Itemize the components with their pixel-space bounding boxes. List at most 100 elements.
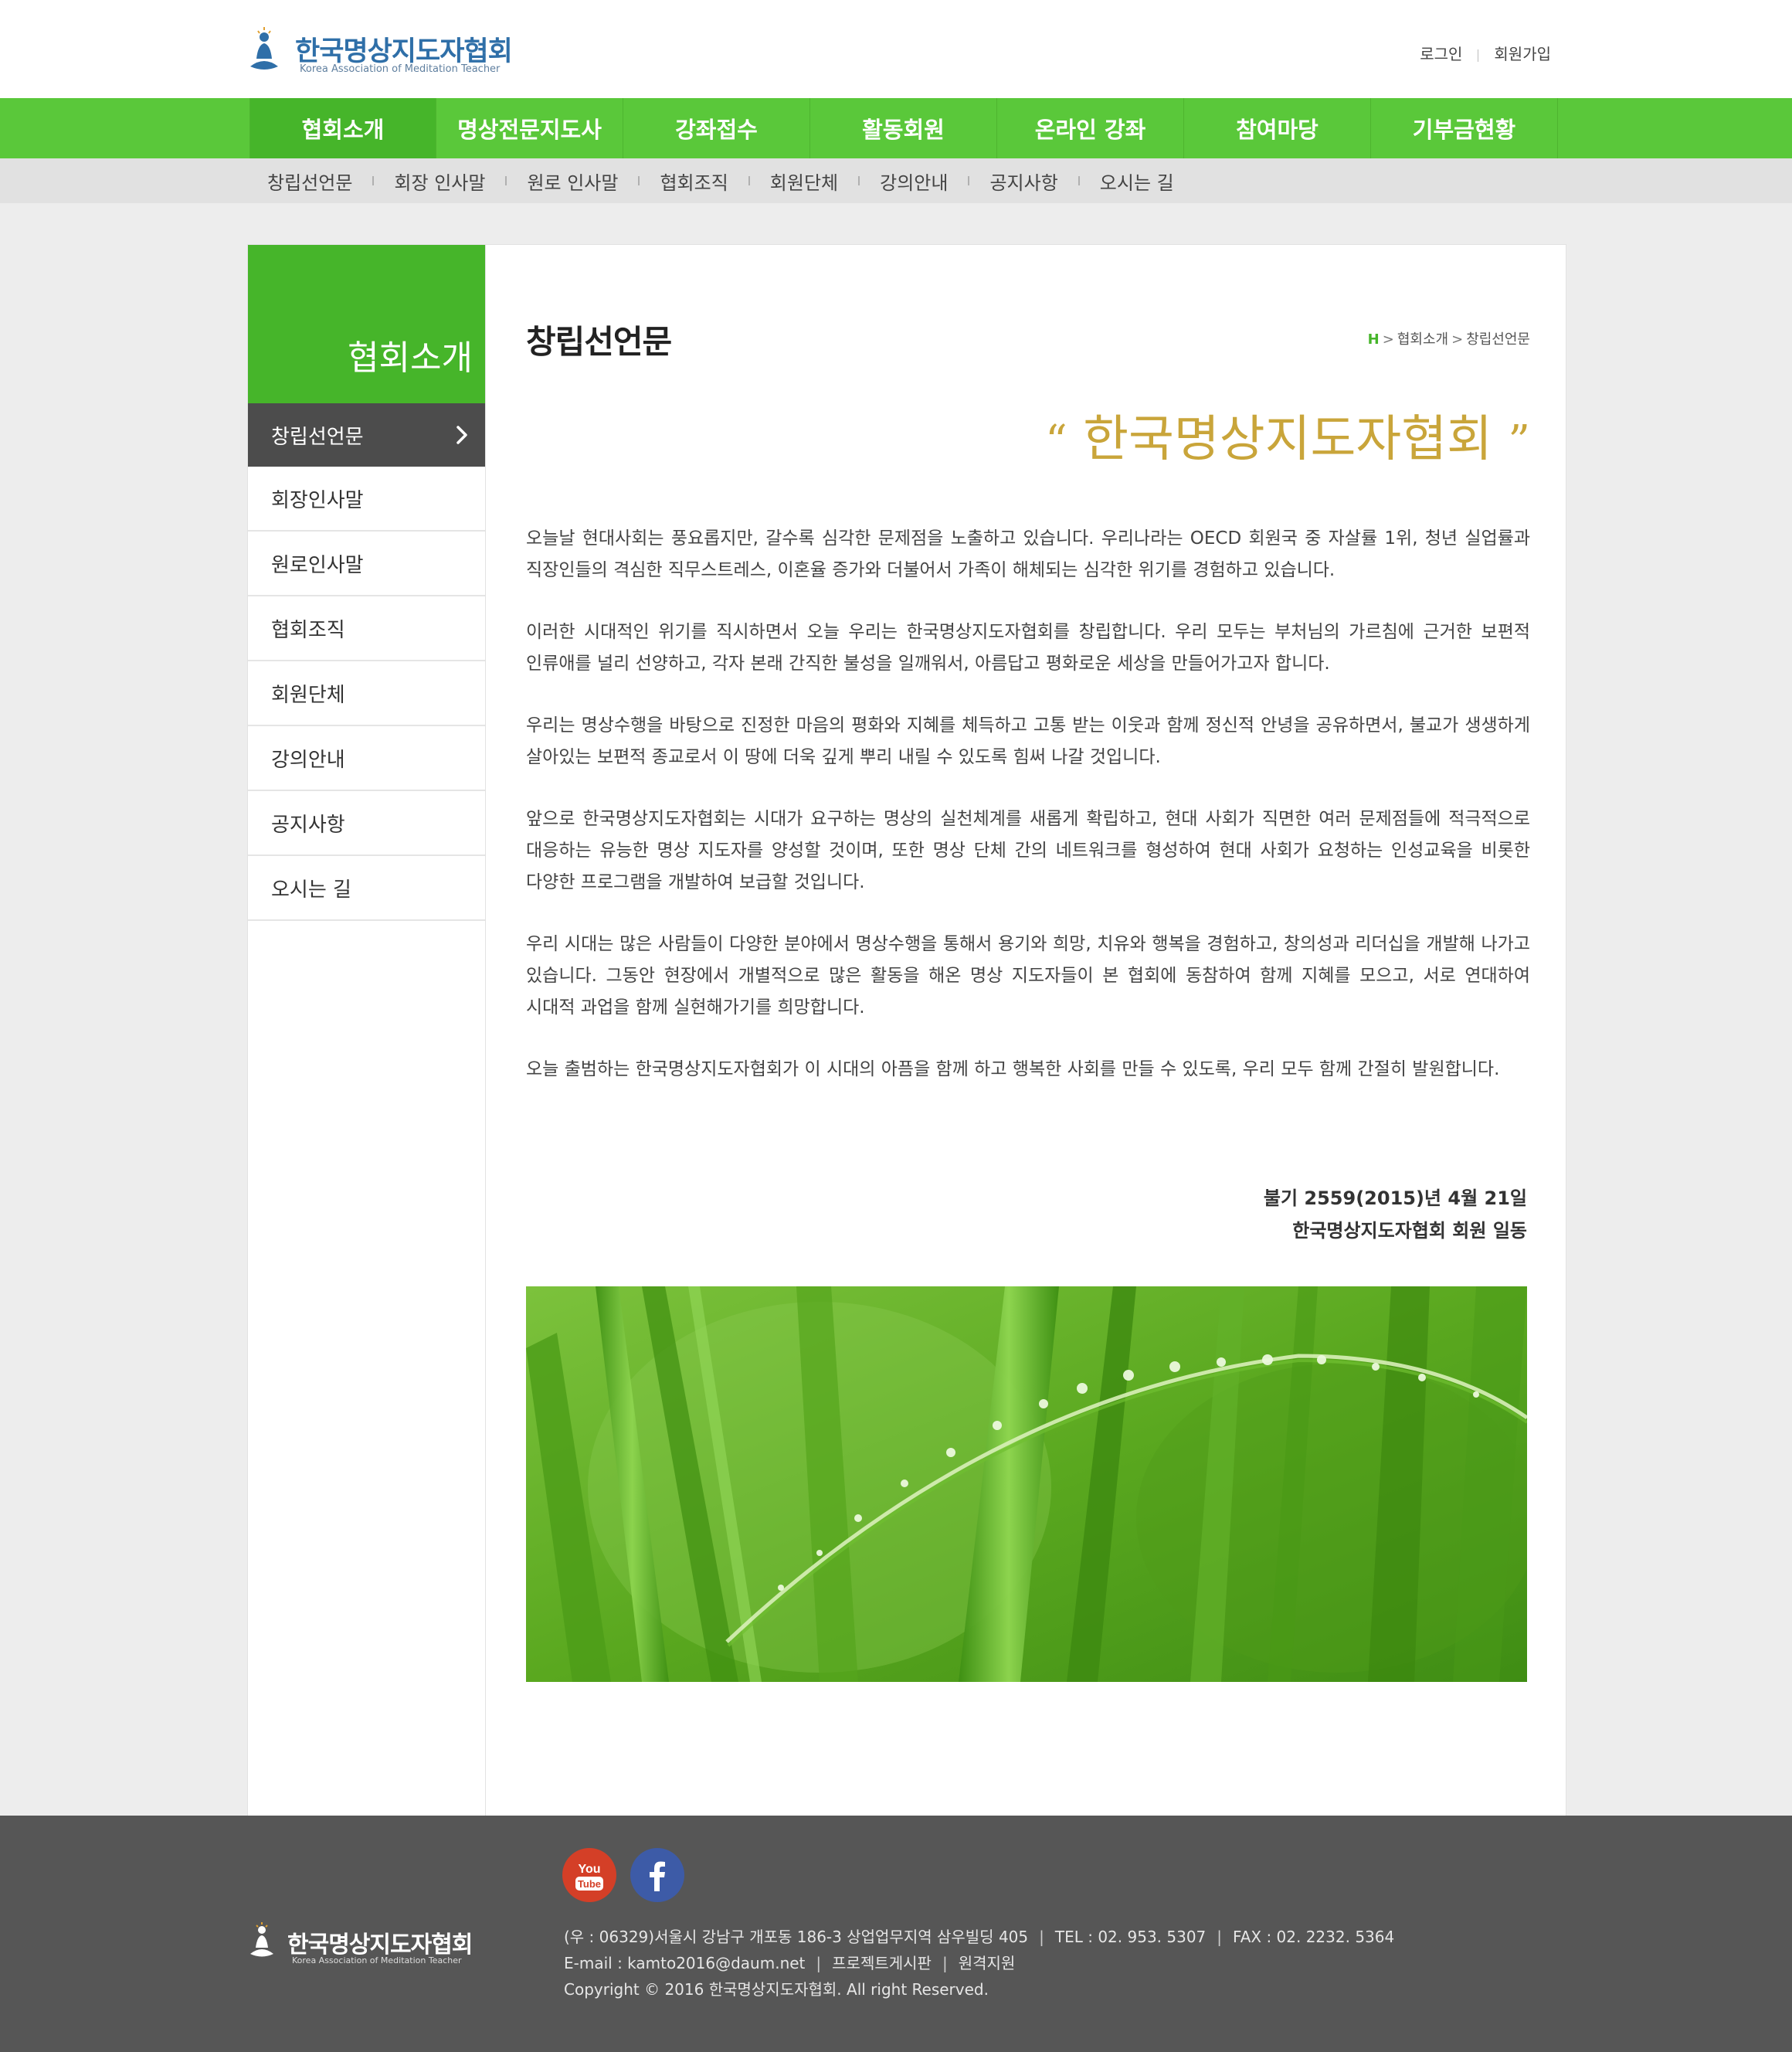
footer-logo-english-text: Korea Association of Meditation Teacher xyxy=(292,1955,462,1965)
sidebar-item-declaration[interactable]: 창립선언문 xyxy=(248,403,485,467)
gnb-item-course-registration[interactable]: 강좌접수 xyxy=(623,98,810,158)
footer-logo: 한국명상지도자협회 Korea Association of Meditatio… xyxy=(249,1921,480,1967)
page-title: 창립선언문 xyxy=(526,323,672,361)
grass-dew-image xyxy=(526,1286,1527,1682)
sub-nav-list: 창립선언문 회장 인사말 원로 인사말 협회조직 회원단체 강의안내 공지사항 … xyxy=(267,158,1174,203)
gnb-item-donations[interactable]: 기부금현황 xyxy=(1371,98,1558,158)
facebook-icon xyxy=(650,1861,665,1891)
footer-contact-line: E-mail : kamto2016@daum.net | 프로젝트게시판 | 원격지원 xyxy=(564,1950,1394,1976)
main-content: 창립선언문 H > 협회소개 > 창립선언문 “ 한국명상지도자협회 ” 오늘날 현대사… xyxy=(526,245,1530,1816)
global-nav: 협회소개 명상전문지도사 강좌접수 활동회원 온라인 강좌 참여마당 기부금현황 xyxy=(0,98,1792,158)
signup-link[interactable]: 회원가입 xyxy=(1494,42,1551,64)
footer-logo-korean-text: 한국명상지도자협회 xyxy=(287,1931,473,1959)
sidebar-item-label: 회원단체 xyxy=(271,683,345,707)
left-sidebar: 협회소개 창립선언문 회장인사말 원로인사말 협회조직 회원단체 강의안내 공지… xyxy=(248,245,486,1816)
site-header: 한국명상지도자협회 Korea Association of Meditatio… xyxy=(0,0,1792,98)
declaration-paragraph: 오늘 출범하는 한국명상지도자협회가 이 시대의 아픔을 함께 하고 행복한 사… xyxy=(526,1059,1500,1079)
subnav-divider xyxy=(968,176,970,185)
project-board-link[interactable]: 프로젝트게시판 xyxy=(832,1954,932,1972)
subnav-divider xyxy=(638,176,640,185)
subnav-divider xyxy=(372,176,375,185)
open-quote-mark: “ xyxy=(1045,416,1067,467)
subnav-item-lectures[interactable]: 강의안내 xyxy=(880,168,948,195)
subnav-item-organization[interactable]: 협회조직 xyxy=(660,168,728,195)
sidebar-item-label: 강의안내 xyxy=(271,748,345,772)
meditation-logo-icon xyxy=(250,1922,273,1957)
sidebar-item-label: 공지사항 xyxy=(271,813,345,837)
footer-divider: | xyxy=(816,1954,822,1972)
gnb-item-community[interactable]: 참여마당 xyxy=(1184,98,1371,158)
meditation-logo-icon xyxy=(250,27,278,70)
sns-links: You Tube xyxy=(562,1848,698,1902)
declaration-signature: 불기 2559(2015)년 4월 21일 한국명상지도자협회 회원 일동 xyxy=(1264,1182,1527,1247)
footer-divider: | xyxy=(1217,1928,1223,1946)
footer-info: (우 : 06329)서울시 강남구 개포동 186-3 상업업무지역 삼우빌딩… xyxy=(564,1924,1394,2003)
sidebar-item-label: 창립선언문 xyxy=(271,425,364,449)
sidebar-item-label: 원로인사말 xyxy=(271,553,364,577)
close-quote-mark: ” xyxy=(1508,416,1530,467)
gnb-item-active-members[interactable]: 활동회원 xyxy=(810,98,997,158)
youtube-icon: You Tube xyxy=(575,1863,603,1891)
signature-name: 한국명상지도자협회 회원 일동 xyxy=(1292,1220,1527,1242)
logo-english-text: Korea Association of Meditation Teacher xyxy=(300,63,501,75)
subnav-divider xyxy=(858,176,860,185)
footer-tel: TEL : 02. 953. 5307 xyxy=(1054,1928,1207,1946)
chevron-right-icon xyxy=(456,426,467,444)
breadcrumb-home-link[interactable]: H xyxy=(1368,331,1380,348)
gnb-item-online-course[interactable]: 온라인 강좌 xyxy=(997,98,1184,158)
sidebar-title: 협회소개 xyxy=(248,245,485,403)
declaration-paragraph: 우리는 명상수행을 바탕으로 진정한 마음의 평화와 지혜를 체득하고 고통 받… xyxy=(526,715,1530,767)
site-logo[interactable]: 한국명상지도자협회 Korea Association of Meditatio… xyxy=(247,25,525,79)
gnb-item-about[interactable]: 협회소개 xyxy=(249,98,436,158)
footer-divider: | xyxy=(942,1954,948,1972)
breadcrumb-level1[interactable]: 협회소개 xyxy=(1397,331,1448,348)
subnav-item-declaration[interactable]: 창립선언문 xyxy=(267,168,352,195)
sidebar-item-label: 협회조직 xyxy=(271,618,345,642)
association-quote: “ 한국명상지도자협회 ” xyxy=(1045,399,1530,471)
svg-text:Tube: Tube xyxy=(578,1878,601,1890)
util-links: 로그인 회원가입 xyxy=(1420,42,1551,64)
footer-copyright: Copyright © 2016 한국명상지도자협회. All right Re… xyxy=(564,1980,989,1999)
signature-date: 불기 2559(2015)년 4월 21일 xyxy=(1263,1187,1527,1209)
sidebar-item-notices[interactable]: 공지사항 xyxy=(248,791,485,856)
breadcrumb: H > 협회소개 > 창립선언문 xyxy=(1368,328,1530,348)
declaration-body: 오늘날 현대사회는 풍요롭지만, 갈수록 심각한 문제점을 노출하고 있습니다.… xyxy=(526,523,1530,1116)
svg-text:You: You xyxy=(578,1863,600,1876)
login-link[interactable]: 로그인 xyxy=(1420,42,1462,64)
declaration-paragraph: 오늘날 현대사회는 풍요롭지만, 갈수록 심각한 문제점을 노출하고 있습니다.… xyxy=(526,528,1530,580)
quote-text: 한국명상지도자협회 xyxy=(1083,411,1493,468)
footer-divider: | xyxy=(1039,1928,1044,1946)
gnb-item-meditation-instructor[interactable]: 명상전문지도사 xyxy=(436,98,623,158)
footer-address: (우 : 06329)서울시 강남구 개포동 186-3 상업업무지역 삼우빌딩… xyxy=(564,1928,1029,1946)
subnav-divider xyxy=(748,176,750,185)
sidebar-item-label: 오시는 길 xyxy=(271,878,351,902)
sidebar-item-president-greeting[interactable]: 회장인사말 xyxy=(248,467,485,532)
declaration-paragraph: 앞으로 한국명상지도자협회는 시대가 요구하는 명상의 실천체계를 새롭게 확립… xyxy=(526,809,1530,892)
subnav-item-president-greeting[interactable]: 회장 인사말 xyxy=(394,168,485,195)
sidebar-item-directions[interactable]: 오시는 길 xyxy=(248,856,485,921)
sidebar-item-lectures[interactable]: 강의안내 xyxy=(248,726,485,791)
sidebar-item-organization[interactable]: 협회조직 xyxy=(248,596,485,661)
facebook-button[interactable] xyxy=(630,1848,684,1902)
breadcrumb-separator-icon: > xyxy=(1382,331,1394,348)
subnav-item-member-groups[interactable]: 회원단체 xyxy=(770,168,838,195)
sub-nav: 창립선언문 회장 인사말 원로 인사말 협회조직 회원단체 강의안내 공지사항 … xyxy=(0,158,1792,203)
declaration-paragraph: 우리 시대는 많은 사람들이 다양한 분야에서 명상수행을 통해서 용기와 희망… xyxy=(526,934,1530,1018)
breadcrumb-separator-icon: > xyxy=(1451,331,1464,348)
remote-support-link[interactable]: 원격지원 xyxy=(959,1954,1016,1972)
youtube-button[interactable]: You Tube xyxy=(562,1848,616,1902)
subnav-item-elder-greeting[interactable]: 원로 인사말 xyxy=(527,168,618,195)
global-nav-list: 협회소개 명상전문지도사 강좌접수 활동회원 온라인 강좌 참여마당 기부금현황 xyxy=(249,98,1558,158)
sidebar-item-elder-greeting[interactable]: 원로인사말 xyxy=(248,532,485,596)
subnav-item-notices[interactable]: 공지사항 xyxy=(989,168,1057,195)
sidebar-item-label: 회장인사말 xyxy=(271,488,364,512)
site-footer: You Tube 한국명상지도자협회 Korea Association of … xyxy=(0,1816,1792,2052)
subnav-divider xyxy=(1078,176,1080,185)
footer-address-line: (우 : 06329)서울시 강남구 개포동 186-3 상업업무지역 삼우빌딩… xyxy=(564,1924,1394,1950)
breadcrumb-level2: 창립선언문 xyxy=(1466,331,1530,348)
sidebar-item-member-groups[interactable]: 회원단체 xyxy=(248,661,485,726)
subnav-divider xyxy=(505,176,507,185)
subnav-item-directions[interactable]: 오시는 길 xyxy=(1100,168,1174,195)
footer-email: E-mail : kamto2016@daum.net xyxy=(564,1954,806,1972)
content-wrapper: 협회소개 창립선언문 회장인사말 원로인사말 협회조직 회원단체 강의안내 공지… xyxy=(247,244,1566,1816)
